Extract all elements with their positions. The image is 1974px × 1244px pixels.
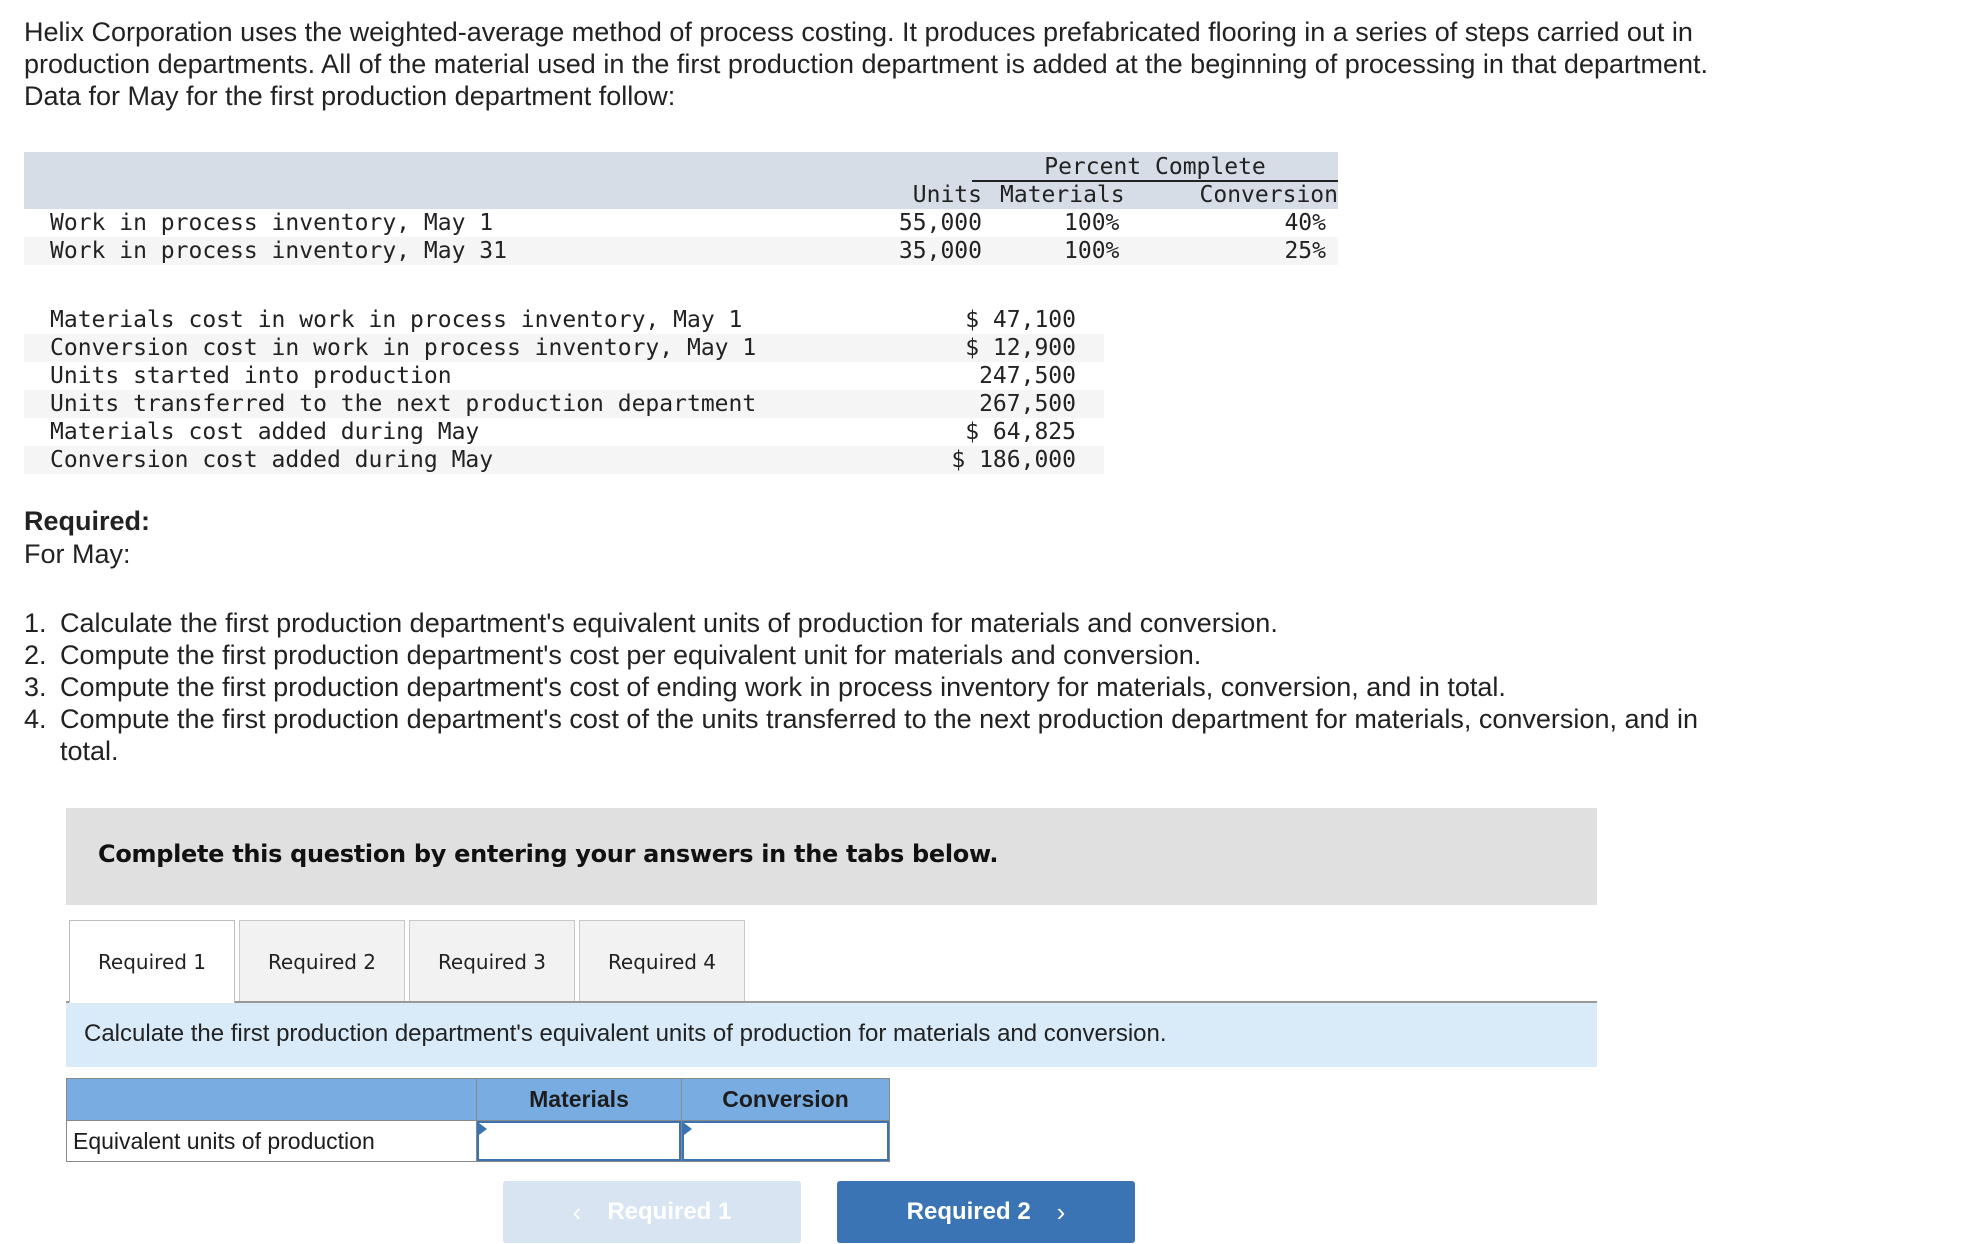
- next-required-button[interactable]: Required 2 ›: [837, 1181, 1135, 1243]
- tab-required-1[interactable]: Required 1: [69, 920, 235, 1003]
- list-item: 4. Compute the first production departmen…: [24, 703, 1744, 767]
- next-button-label: Required 2: [906, 1198, 1031, 1225]
- instructions-banner: Complete this question by entering your …: [66, 808, 1597, 905]
- table-row: Work in process inventory, May 1 55,000 …: [24, 209, 1338, 237]
- list-item: 3. Compute the first production departmen…: [24, 671, 1744, 703]
- row-label: Conversion cost added during May: [50, 447, 494, 473]
- table-row: Units transferred to the next production…: [24, 390, 1104, 418]
- conversion-percent: 40%: [1284, 210, 1326, 236]
- item-text: Compute the first production department'…: [60, 672, 1506, 702]
- row-label: Work in process inventory, May 1: [50, 210, 494, 236]
- materials-equivalent-units-input[interactable]: [477, 1121, 681, 1161]
- row-label: Work in process inventory, May 31: [50, 238, 507, 264]
- cost-table: Materials cost in work in process invent…: [24, 306, 1104, 474]
- row-label: Units started into production: [50, 363, 452, 389]
- problem-intro: Helix Corporation uses the weighted-aver…: [24, 17, 1709, 111]
- answer-table: Materials Conversion Equivalent units of…: [66, 1078, 890, 1162]
- tab-instruction: Calculate the first production departmen…: [66, 1003, 1597, 1067]
- chevron-right-icon: ›: [1056, 1196, 1066, 1227]
- row-label: Conversion cost in work in process inven…: [50, 335, 757, 361]
- inventory-table-header: Percent Complete Units Materials Convers…: [24, 152, 1338, 209]
- answer-header-row: Materials Conversion: [66, 1078, 890, 1121]
- row-label: Equivalent units of production: [66, 1120, 477, 1162]
- materials-percent: 100%: [1064, 238, 1120, 264]
- item-text: Compute the first production department'…: [60, 640, 1202, 670]
- previous-required-button[interactable]: ‹ Required 1: [503, 1181, 801, 1243]
- conversion-cell: [681, 1120, 890, 1162]
- table-row: Materials cost added during May $ 64,825: [24, 418, 1104, 446]
- percent-complete-header: Percent Complete: [972, 154, 1338, 182]
- item-number: 4.: [24, 704, 47, 734]
- units-value: 35,000: [898, 238, 982, 264]
- item-text: Compute the first production department'…: [60, 704, 1699, 766]
- materials-header: Materials: [1000, 182, 1125, 208]
- row-label: Materials cost in work in process invent…: [50, 307, 743, 333]
- conversion-column-header: Conversion: [681, 1078, 890, 1121]
- table-row: Work in process inventory, May 31 35,000…: [24, 237, 1338, 265]
- materials-column-header: Materials: [476, 1078, 682, 1121]
- row-value: 267,500: [979, 391, 1076, 417]
- list-item: 1. Calculate the first production departm…: [24, 607, 1744, 639]
- item-number: 3.: [24, 672, 47, 702]
- row-value: $ 186,000: [951, 447, 1076, 473]
- table-row: Materials cost in work in process invent…: [24, 306, 1104, 334]
- item-text: Calculate the first production departmen…: [60, 608, 1278, 638]
- required-heading: Required:: [24, 506, 151, 536]
- materials-cell: [476, 1120, 682, 1162]
- row-value: $ 64,825: [965, 419, 1076, 445]
- tab-required-2[interactable]: Required 2: [239, 920, 405, 1002]
- table-row: Equivalent units of production: [66, 1120, 890, 1162]
- row-label: Units transferred to the next production…: [50, 391, 757, 417]
- table-row: Conversion cost in work in process inven…: [24, 334, 1104, 362]
- list-item: 2. Compute the first production departmen…: [24, 639, 1744, 671]
- previous-button-label: Required 1: [607, 1198, 732, 1225]
- banner-text: Complete this question by entering your …: [98, 840, 999, 868]
- required-subheading: For May:: [24, 539, 131, 569]
- tab-required-4[interactable]: Required 4: [579, 920, 745, 1002]
- required-list: 1. Calculate the first production departm…: [24, 607, 1744, 767]
- units-value: 55,000: [898, 210, 982, 236]
- row-value: $ 12,900: [965, 335, 1076, 361]
- table-row: Conversion cost added during May $ 186,0…: [24, 446, 1104, 474]
- input-marker-icon: [479, 1123, 487, 1135]
- table-row: Units started into production 247,500: [24, 362, 1104, 390]
- item-number: 1.: [24, 608, 47, 638]
- row-value: $ 47,100: [965, 307, 1076, 333]
- blank-header: [66, 1078, 477, 1121]
- tab-bar: Required 1 Required 2 Required 3 Require…: [69, 920, 745, 1003]
- materials-percent: 100%: [1064, 210, 1120, 236]
- conversion-equivalent-units-input[interactable]: [682, 1121, 889, 1161]
- instruction-text: Calculate the first production departmen…: [84, 1020, 1167, 1047]
- row-value: 247,500: [979, 363, 1076, 389]
- units-header: Units: [912, 182, 982, 208]
- conversion-header: Conversion: [1199, 182, 1338, 208]
- conversion-percent: 25%: [1284, 238, 1326, 264]
- item-number: 2.: [24, 640, 47, 670]
- tab-required-3[interactable]: Required 3: [409, 920, 575, 1002]
- chevron-left-icon: ‹: [572, 1196, 582, 1227]
- input-marker-icon: [684, 1123, 692, 1135]
- row-label: Materials cost added during May: [50, 419, 480, 445]
- inventory-table: Percent Complete Units Materials Convers…: [24, 152, 1338, 265]
